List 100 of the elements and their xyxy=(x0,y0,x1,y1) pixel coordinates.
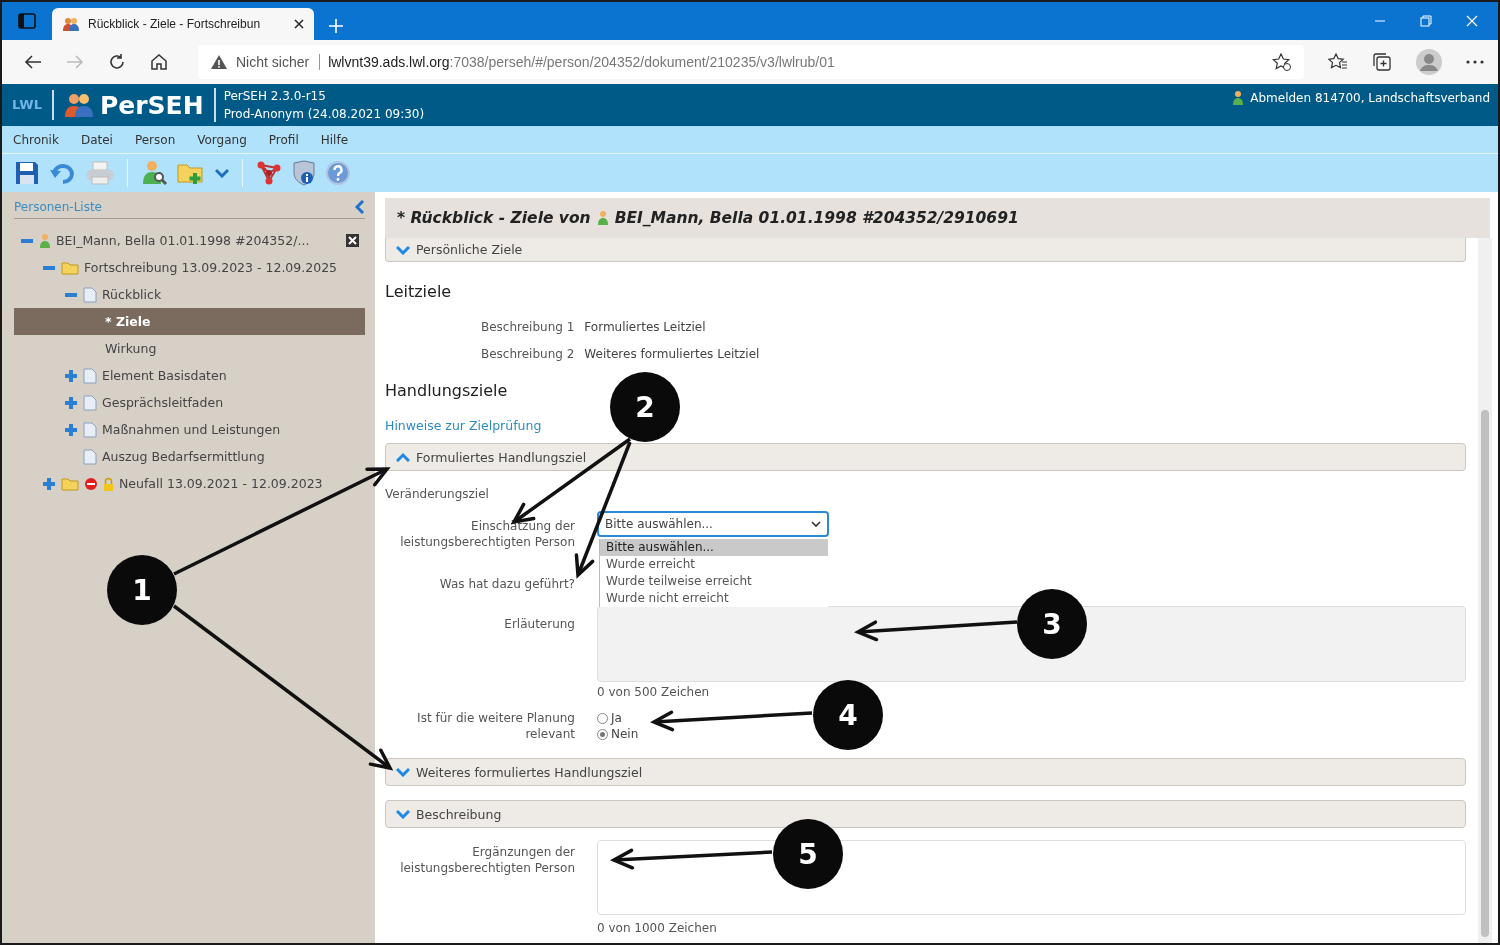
chevron-icon xyxy=(396,244,410,255)
close-icon[interactable] xyxy=(346,234,359,247)
field-value: Formuliertes Leitziel xyxy=(584,319,706,334)
warning-icon xyxy=(210,54,228,70)
assessment-dropdown[interactable]: Bitte auswählen... xyxy=(597,511,829,537)
callout-badge: 2 xyxy=(610,372,680,442)
menu-item[interactable]: Profil xyxy=(257,132,310,147)
section-header[interactable]: Persönliche Ziele xyxy=(385,238,1466,262)
menu-item[interactable]: Chronik xyxy=(2,132,70,147)
caret-icon xyxy=(811,520,821,528)
undo-icon[interactable] xyxy=(50,161,76,185)
environment-text: Prod-Anonym (24.08.2021 09:30) xyxy=(223,106,425,123)
character-counter: 0 von 500 Zeichen xyxy=(596,684,711,701)
field-value: Weiteres formuliertes Leitziel xyxy=(584,346,760,361)
chevron-icon xyxy=(396,767,410,777)
folder-icon xyxy=(61,476,79,491)
tree-item[interactable]: Neufall 13.09.2021 - 12.09.2023 xyxy=(119,476,323,491)
tree-item[interactable]: Element Basisdaten xyxy=(102,368,227,383)
dropdown-option[interactable]: Wurde erreicht xyxy=(600,556,828,573)
address-bar[interactable]: Nicht sicher lwlvnt39.ads.lwl.org:7038/perseh/#/person/204352/dokument/210235/v3/lwlrub/01 xyxy=(198,45,1304,79)
chevron-icon xyxy=(396,452,410,462)
section-header[interactable]: Weiteres formuliertes Handlungsziel xyxy=(385,758,1466,786)
expand-icon[interactable] xyxy=(42,477,56,490)
scrollbar[interactable] xyxy=(1478,238,1492,943)
person-search-icon[interactable] xyxy=(141,160,167,186)
field-label: Beschreibung 1 xyxy=(481,319,575,334)
help-link[interactable]: Hinweise zur Zielprüfung xyxy=(385,418,542,433)
callout-badge: 1 xyxy=(107,555,177,625)
new-tab-icon[interactable] xyxy=(328,18,344,34)
tree-item[interactable]: Auszug Bedarfsermittlung xyxy=(102,449,265,464)
shield-info-icon[interactable] xyxy=(292,160,316,186)
dropdown-option[interactable]: Wurde teilweise erreicht xyxy=(600,573,828,590)
person-icon xyxy=(39,232,51,249)
document-icon xyxy=(83,421,97,438)
profile-icon[interactable] xyxy=(1416,49,1442,75)
person-icon xyxy=(596,210,609,226)
subsection-heading: Veränderungsziel xyxy=(385,487,490,501)
tree-item[interactable]: Maßnahmen und Leistungen xyxy=(102,422,281,437)
tree-item[interactable]: * Ziele xyxy=(105,314,151,329)
menu-item[interactable]: Person xyxy=(123,132,187,147)
section-heading: Leitziele xyxy=(385,282,453,301)
tree-item[interactable]: BEI_Mann, Bella 01.01.1998 #204352/... xyxy=(56,233,310,248)
section-header[interactable]: Beschreibung xyxy=(385,800,1466,828)
people-icon xyxy=(62,17,80,31)
explanation-field[interactable] xyxy=(597,606,1466,682)
dropdown-option[interactable]: Wurde nicht erreicht xyxy=(600,590,828,607)
person-name: BEI_Mann, Bella 01.01.1998 #204352/2910691 xyxy=(614,209,1019,227)
radio-option[interactable]: Nein xyxy=(597,726,639,742)
character-counter: 0 von 1000 Zeichen xyxy=(596,920,718,937)
document-icon xyxy=(83,367,97,384)
collapse-panel-icon[interactable] xyxy=(355,200,365,214)
person-icon xyxy=(1232,90,1245,106)
help-icon[interactable] xyxy=(326,161,350,185)
browser-tab[interactable]: Rückblick - Ziele - Fortschreibun xyxy=(52,8,314,40)
home-icon[interactable] xyxy=(150,53,168,71)
caret-icon[interactable] xyxy=(215,168,229,178)
tree-item[interactable]: Wirkung xyxy=(105,341,157,356)
network-icon[interactable] xyxy=(256,160,282,186)
callout-badge: 3 xyxy=(1017,589,1087,659)
stop-icon xyxy=(84,476,98,491)
scrollbar-thumb[interactable] xyxy=(1481,410,1489,937)
field-label: Was hat dazu geführt? xyxy=(438,576,576,592)
expand-icon[interactable] xyxy=(64,396,78,409)
save-icon[interactable] xyxy=(14,160,40,186)
expand-icon[interactable] xyxy=(64,369,78,382)
tree-item[interactable]: Gesprächsleitfaden xyxy=(102,395,224,410)
app-name: PerSEH xyxy=(100,90,204,120)
expand-icon[interactable] xyxy=(64,423,78,436)
more-icon[interactable] xyxy=(1466,60,1484,64)
reload-icon[interactable] xyxy=(108,53,126,71)
callout-badge: 4 xyxy=(813,680,883,750)
maximize-icon[interactable] xyxy=(1420,15,1432,27)
tree-item[interactable]: Rückblick xyxy=(102,287,162,302)
dropdown-option[interactable]: Bitte auswählen... xyxy=(600,539,828,556)
menu-item[interactable]: Datei xyxy=(69,132,124,147)
field-label: Erläuterung xyxy=(503,616,576,633)
document-icon xyxy=(83,286,97,303)
field-label: Ergänzungen der leistungsberechtigten Person xyxy=(399,844,576,877)
menu-item[interactable]: Vorgang xyxy=(186,132,258,147)
collections-icon[interactable] xyxy=(1372,53,1392,71)
section-heading: Handlungsziele xyxy=(385,381,509,400)
back-icon[interactable] xyxy=(24,54,42,70)
field-label: Einschätzung der leistungsberechtigten Person xyxy=(399,518,576,550)
favorites-icon[interactable] xyxy=(1328,53,1348,71)
org-logo: LWL xyxy=(2,90,54,120)
folder-icon xyxy=(61,260,79,275)
close-icon[interactable] xyxy=(294,19,304,29)
logout-link[interactable]: Abmelden 814700, Landschaftsverband xyxy=(1250,91,1490,105)
section-header[interactable]: Formuliertes Handlungsziel xyxy=(385,443,1466,471)
menu-item[interactable]: Hilfe xyxy=(309,132,360,147)
people-icon xyxy=(64,93,94,117)
tree-item[interactable]: Fortschreibung 13.09.2023 - 12.09.2025 xyxy=(84,260,338,275)
additions-field[interactable] xyxy=(597,840,1466,915)
tab-actions-icon[interactable] xyxy=(18,13,36,29)
document-title: * Rückblick - Ziele von xyxy=(397,209,591,227)
radio-option[interactable]: Ja xyxy=(597,710,639,726)
document-icon xyxy=(83,448,97,465)
add-folder-icon[interactable] xyxy=(177,161,205,185)
add-favorite-icon[interactable] xyxy=(1272,53,1292,71)
chevron-icon xyxy=(396,809,410,819)
